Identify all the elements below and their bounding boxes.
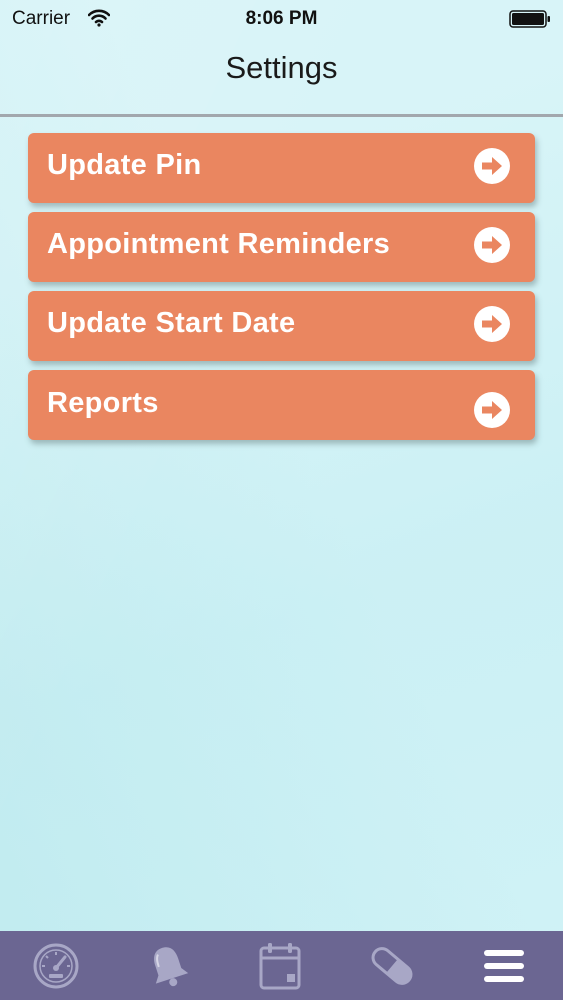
page-title: Settings bbox=[225, 50, 338, 85]
settings-menu: Update Pin Appointment Reminders Update … bbox=[28, 133, 535, 449]
appointment-reminders-button[interactable]: Appointment Reminders bbox=[28, 212, 535, 282]
menu-item-label: Update Start Date bbox=[47, 307, 296, 339]
arrow-right-circle-icon bbox=[473, 226, 511, 264]
arrow-right-circle-icon bbox=[473, 147, 511, 185]
navigation-bar: Settings bbox=[0, 38, 563, 117]
speedometer-icon bbox=[33, 943, 79, 988]
update-start-date-button[interactable]: Update Start Date bbox=[28, 291, 535, 361]
tab-bar bbox=[0, 931, 563, 1000]
pill-icon bbox=[371, 946, 413, 985]
reports-button[interactable]: Reports bbox=[28, 370, 535, 440]
status-time: 8:06 PM bbox=[245, 8, 318, 29]
hamburger-menu-icon bbox=[484, 949, 524, 982]
tab-calendar[interactable] bbox=[224, 931, 336, 1000]
menu-item-label: Reports bbox=[47, 387, 159, 419]
tab-reminders[interactable] bbox=[112, 931, 224, 1000]
battery-icon bbox=[509, 10, 551, 34]
menu-item-label: Update Pin bbox=[47, 149, 202, 181]
tab-dashboard[interactable] bbox=[0, 931, 112, 1000]
tab-medication[interactable] bbox=[336, 931, 448, 1000]
calendar-icon bbox=[259, 942, 301, 989]
arrow-right-circle-icon bbox=[473, 305, 511, 343]
arrow-right-circle-icon bbox=[473, 391, 511, 429]
tab-settings-menu[interactable] bbox=[448, 931, 560, 1000]
bell-icon bbox=[154, 946, 189, 986]
status-bar: Carrier 8:06 PM bbox=[0, 0, 563, 38]
update-pin-button[interactable]: Update Pin bbox=[28, 133, 535, 203]
menu-item-label: Appointment Reminders bbox=[47, 228, 391, 260]
